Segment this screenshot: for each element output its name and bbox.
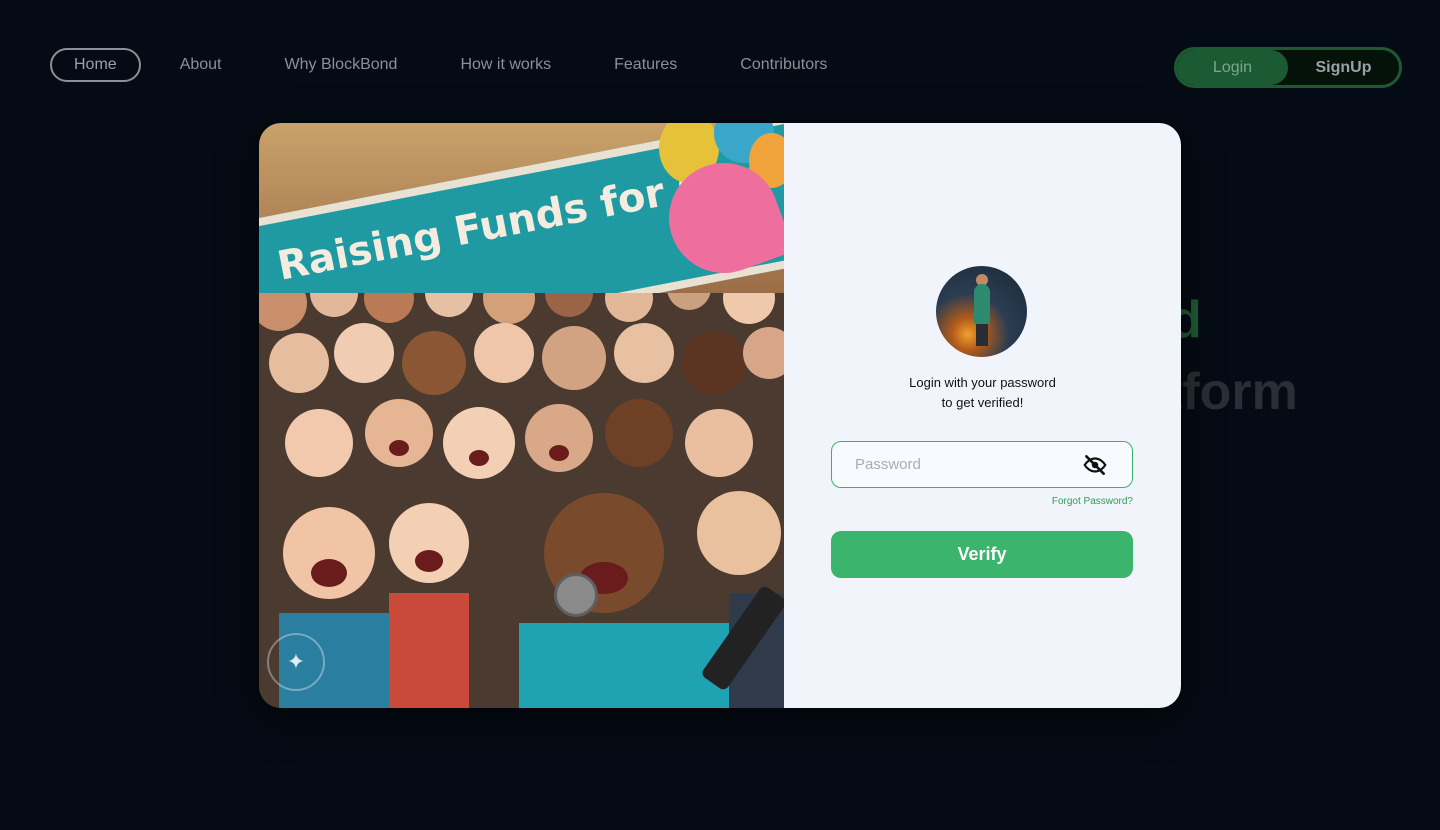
signup-button[interactable]: SignUp bbox=[1288, 50, 1399, 85]
verify-button[interactable]: Verify bbox=[831, 531, 1133, 578]
hero-fragment-gray: tform bbox=[1165, 363, 1298, 421]
page: d tform Home About Why BlockBond How it … bbox=[0, 0, 1440, 830]
top-nav: Home About Why BlockBond How it works Fe… bbox=[0, 0, 1440, 130]
password-input[interactable] bbox=[832, 456, 1082, 473]
prompt-line-2: to get verified! bbox=[941, 395, 1024, 410]
password-field-wrapper bbox=[831, 441, 1133, 488]
nav-features[interactable]: Features bbox=[590, 48, 701, 82]
crowd bbox=[259, 293, 784, 708]
nav-links: Home About Why BlockBond How it works Fe… bbox=[50, 48, 866, 82]
auth-toggle: Login SignUp bbox=[1174, 47, 1402, 88]
avatar-body bbox=[974, 284, 990, 324]
prompt-line-1: Login with your password bbox=[909, 375, 1056, 390]
nav-how-it-works[interactable]: How it works bbox=[436, 48, 575, 82]
microphone-head bbox=[554, 573, 598, 617]
avatar-legs bbox=[976, 324, 988, 346]
login-button[interactable]: Login bbox=[1177, 50, 1288, 85]
eye-slash-icon[interactable] bbox=[1082, 452, 1108, 478]
login-modal: Raising Funds for Cause ✦ Login with you… bbox=[259, 123, 1181, 708]
nav-contributors[interactable]: Contributors bbox=[716, 48, 851, 82]
nav-home[interactable]: Home bbox=[50, 48, 141, 82]
nav-about[interactable]: About bbox=[156, 48, 246, 82]
login-prompt: Login with your password to get verified… bbox=[784, 373, 1181, 413]
forgot-password-link[interactable]: Forgot Password? bbox=[1052, 496, 1133, 507]
avatar bbox=[936, 266, 1027, 357]
login-panel: Login with your password to get verified… bbox=[784, 123, 1181, 708]
nav-why-blockbond[interactable]: Why BlockBond bbox=[261, 48, 422, 82]
ai-sparkle-icon: ✦ bbox=[267, 633, 325, 691]
fundraiser-image: Raising Funds for Cause ✦ bbox=[259, 123, 784, 708]
